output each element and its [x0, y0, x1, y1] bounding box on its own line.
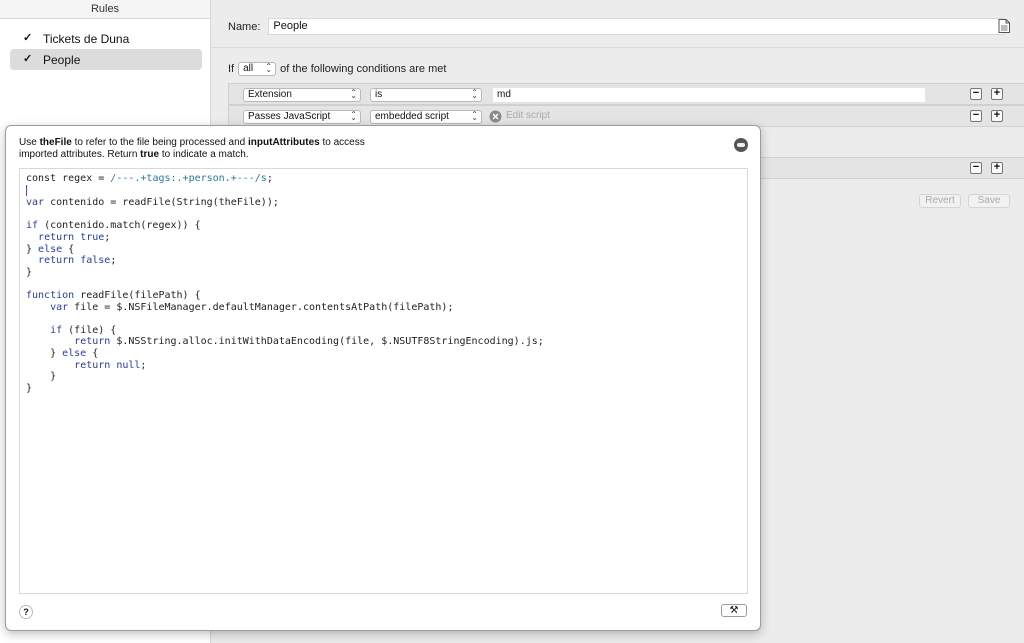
- code-line[interactable]: return false;: [26, 255, 741, 267]
- document-icon[interactable]: [998, 19, 1010, 33]
- conditions-header: If all of the following conditions are m…: [228, 61, 447, 76]
- attribute-select[interactable]: Extension: [243, 87, 361, 102]
- collapse-icon[interactable]: [734, 138, 748, 152]
- checkbox-checked-icon[interactable]: ✓: [23, 33, 34, 44]
- attribute-select[interactable]: Passes JavaScript: [243, 109, 361, 124]
- divider: [212, 47, 1024, 48]
- sidebar-item-people[interactable]: ✓ People: [10, 49, 202, 70]
- clear-script-icon[interactable]: [489, 110, 502, 123]
- code-line[interactable]: if (file) {: [26, 325, 741, 337]
- code-line[interactable]: const regex = /---.+tags:.+person.+---/s…: [26, 173, 741, 185]
- remove-condition-button[interactable]: −: [970, 110, 982, 122]
- code-line[interactable]: return null;: [26, 360, 741, 372]
- name-row: Name: People: [228, 18, 1005, 35]
- revert-button[interactable]: Revert: [919, 194, 961, 208]
- name-label: Name:: [228, 20, 261, 33]
- checkbox-checked-icon[interactable]: ✓: [23, 54, 34, 65]
- code-text[interactable]: const regex = /---.+tags:.+person.+---/s…: [26, 173, 741, 394]
- code-line[interactable]: var file = $.NSFileManager.defaultManage…: [26, 302, 741, 314]
- condition-row: Passes JavaScript embedded script Edit s…: [228, 105, 1024, 127]
- add-action-button[interactable]: +: [991, 162, 1003, 174]
- code-line[interactable]: }: [26, 267, 741, 279]
- edit-script-link[interactable]: Edit script: [506, 110, 550, 121]
- code-line[interactable]: } else {: [26, 348, 741, 360]
- code-line[interactable]: [26, 184, 741, 198]
- sidebar-item-label: People: [43, 52, 81, 67]
- match-mode-select[interactable]: all: [238, 61, 277, 76]
- conditions-suffix: of the following conditions are met: [280, 63, 447, 75]
- script-help-text: Use theFile to refer to the file being p…: [19, 137, 365, 160]
- sidebar-item-tickets-de-duna[interactable]: ✓ Tickets de Duna: [10, 28, 202, 49]
- sidebar-item-label: Tickets de Duna: [43, 31, 130, 46]
- code-line[interactable]: } else {: [26, 244, 741, 256]
- script-code-editor[interactable]: const regex = /---.+tags:.+person.+---/s…: [19, 168, 748, 594]
- code-line[interactable]: ​: [26, 209, 741, 221]
- build-hammer-button[interactable]: ⚒: [721, 604, 747, 617]
- remove-condition-button[interactable]: −: [970, 88, 982, 100]
- code-line[interactable]: ​: [26, 313, 741, 325]
- conditions-prefix: If: [228, 63, 235, 75]
- code-line[interactable]: function readFile(filePath) {: [26, 290, 741, 302]
- code-line[interactable]: if (contenido.match(regex)) {: [26, 220, 741, 232]
- remove-action-button[interactable]: −: [970, 162, 982, 174]
- save-button[interactable]: Save: [968, 194, 1010, 208]
- code-line[interactable]: var contenido = readFile(String(theFile)…: [26, 197, 741, 209]
- code-line[interactable]: ​: [26, 278, 741, 290]
- text-cursor: [26, 184, 27, 196]
- operator-select[interactable]: embedded script: [370, 109, 482, 124]
- condition-row: Extension is md − +: [228, 83, 1024, 105]
- operator-select[interactable]: is: [370, 87, 482, 102]
- add-condition-button[interactable]: +: [991, 110, 1003, 122]
- code-line[interactable]: return $.NSString.alloc.initWithDataEnco…: [26, 336, 741, 348]
- condition-value-field[interactable]: md: [493, 88, 925, 102]
- code-line[interactable]: }: [26, 383, 741, 395]
- sidebar-header: Rules: [0, 0, 210, 19]
- code-line[interactable]: return true;: [26, 232, 741, 244]
- name-field[interactable]: People: [268, 18, 1005, 35]
- add-condition-button[interactable]: +: [991, 88, 1003, 100]
- help-button[interactable]: ?: [19, 605, 33, 619]
- script-editor-popover: Use theFile to refer to the file being p…: [5, 125, 761, 631]
- code-line[interactable]: }: [26, 371, 741, 383]
